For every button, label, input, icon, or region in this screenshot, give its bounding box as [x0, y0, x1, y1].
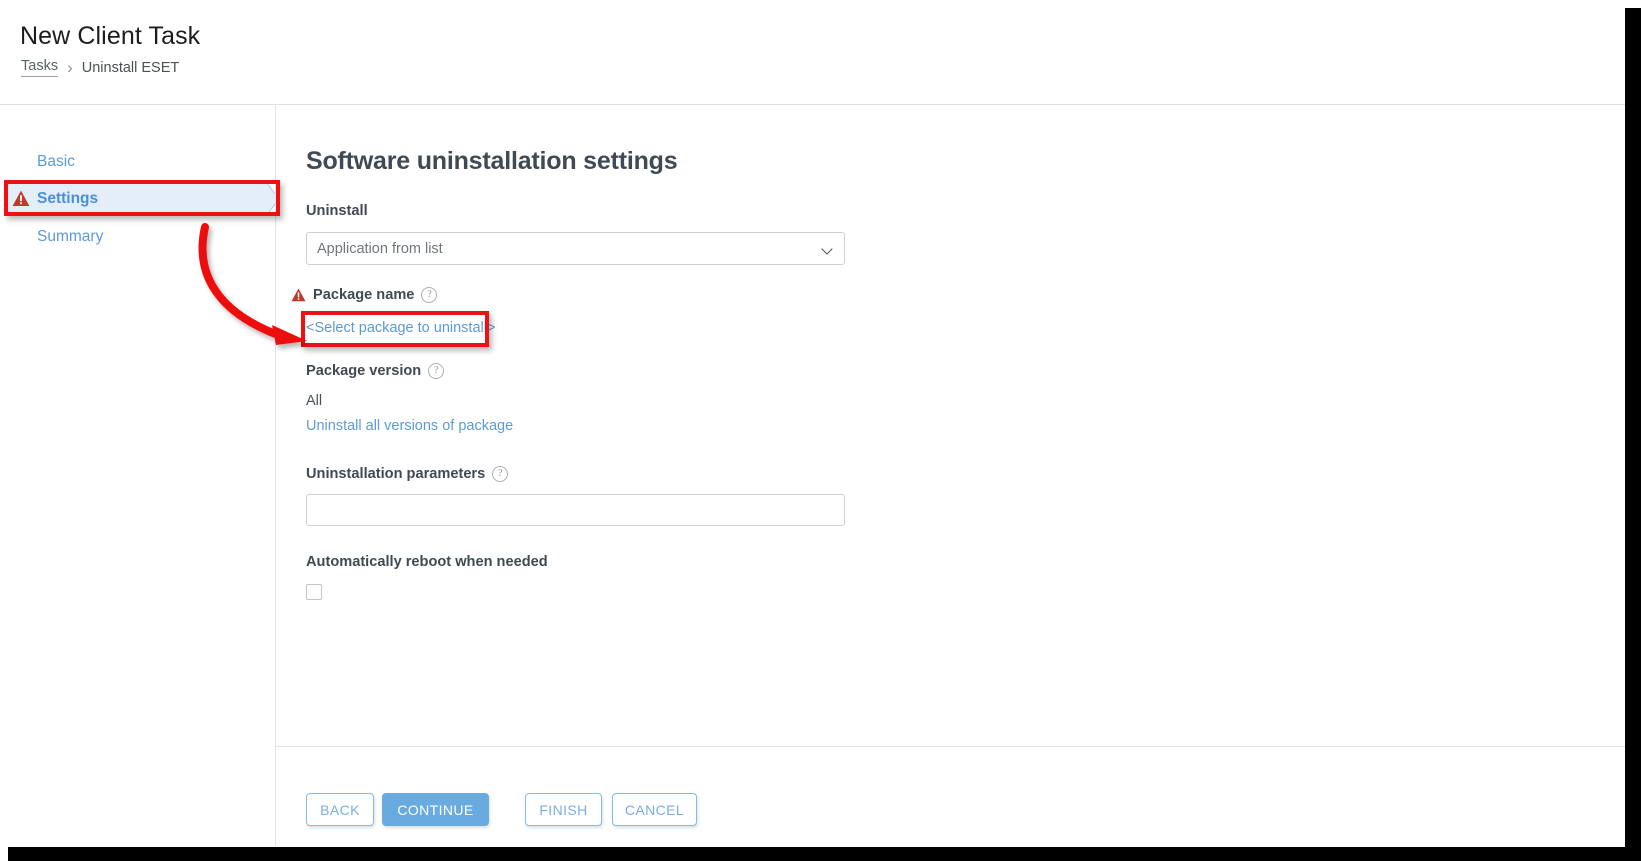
warning-triangle-icon — [291, 288, 306, 302]
sidebar-item-label: Summary — [37, 228, 104, 245]
back-button[interactable]: BACK — [306, 793, 374, 826]
section-title: Software uninstallation settings — [306, 147, 678, 175]
sidebar-item-summary[interactable]: Summary — [0, 220, 275, 254]
page-header: New Client Task Tasks › Uninstall ESET — [0, 0, 1625, 104]
package-version-value: All — [306, 393, 323, 409]
cancel-button[interactable]: CANCEL — [612, 793, 697, 826]
screenshot-bottom-border — [8, 847, 1641, 861]
sidebar-item-basic[interactable]: Basic — [0, 145, 275, 179]
screenshot-right-border — [1625, 8, 1641, 861]
main-content-panel: Software uninstallation settings Uninsta… — [276, 105, 1625, 745]
sidebar-item-label: Basic — [37, 153, 75, 170]
continue-button[interactable]: CONTINUE — [382, 793, 489, 826]
question-mark-icon[interactable]: ? — [428, 363, 445, 379]
uninstallation-parameters-input[interactable] — [306, 494, 845, 526]
finish-button[interactable]: FINISH — [525, 793, 602, 826]
uninstall-all-versions-link[interactable]: Uninstall all versions of package — [306, 418, 513, 434]
uninstallation-parameters-label-text: Uninstallation parameters — [306, 466, 486, 482]
automatically-reboot-checkbox[interactable] — [306, 584, 322, 600]
select-package-link[interactable]: <Select package to uninstall> — [306, 320, 495, 336]
package-version-label-text: Package version — [306, 363, 422, 379]
breadcrumb-separator-icon: › — [67, 58, 73, 77]
uninstall-select[interactable]: Application from list — [306, 232, 845, 265]
app-screenshot: New Client Task Tasks › Uninstall ESET B… — [0, 0, 1641, 861]
package-name-label-text: Package name — [313, 287, 415, 303]
breadcrumb-current: Uninstall ESET — [81, 59, 180, 76]
question-mark-icon[interactable]: ? — [492, 466, 509, 482]
question-mark-icon[interactable]: ? — [421, 287, 438, 303]
wizard-sidebar: Basic Settings Summary — [0, 105, 280, 846]
uninstallation-parameters-field-label: Uninstallation parameters ? — [306, 466, 509, 482]
page-title: New Client Task — [20, 22, 201, 50]
uninstall-field-label: Uninstall — [306, 203, 368, 219]
sidebar-item-settings[interactable]: Settings — [0, 182, 275, 216]
sidebar-item-label: Settings — [37, 190, 99, 207]
breadcrumb-link-tasks[interactable]: Tasks — [21, 58, 59, 77]
package-version-field-label: Package version ? — [306, 363, 445, 379]
uninstall-select-wrapper: Application from list — [306, 232, 845, 265]
uninstall-label-text: Uninstall — [306, 203, 368, 219]
wizard-footer: BACK CONTINUE FINISH CANCEL — [276, 747, 1625, 846]
breadcrumb: Tasks › Uninstall ESET — [21, 58, 179, 77]
package-name-field-label: Package name ? — [291, 287, 438, 303]
warning-triangle-icon — [12, 190, 30, 207]
automatically-reboot-field-label: Automatically reboot when needed — [306, 554, 548, 570]
automatically-reboot-label-text: Automatically reboot when needed — [306, 554, 548, 570]
